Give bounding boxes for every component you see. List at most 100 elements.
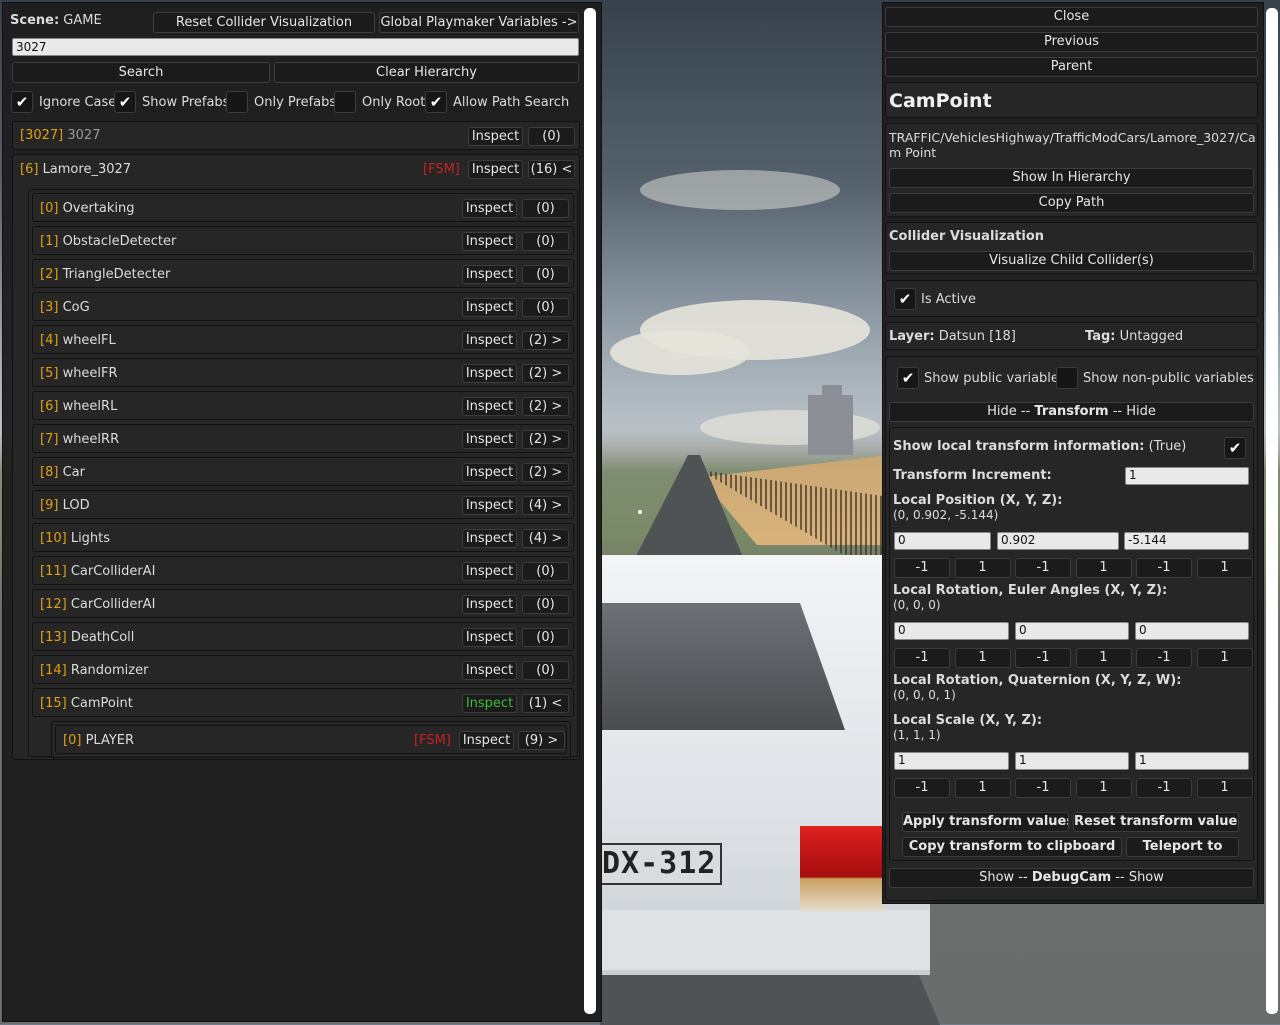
expand-button[interactable]: (0) (522, 562, 569, 581)
expand-button[interactable]: (0) (522, 199, 569, 218)
visualize-child-colliders-button[interactable]: Visualize Child Collider(s) (889, 251, 1254, 271)
inspect-button[interactable]: Inspect (462, 199, 517, 218)
transform-increment-input[interactable]: 1 (1125, 467, 1249, 485)
show-non-public-variables-checkbox[interactable] (1056, 367, 1078, 389)
hierarchy-child-item: [2] TriangleDetecter Inspect (0) (32, 259, 574, 288)
inspect-button[interactable]: Inspect (462, 364, 517, 383)
show-prefabs-checkbox[interactable]: ✔ (114, 91, 136, 113)
decrement-button[interactable]: -1 (1015, 778, 1071, 798)
increment-button[interactable]: 1 (1196, 558, 1253, 578)
increment-button[interactable]: 1 (1075, 778, 1132, 798)
search-button[interactable]: Search (12, 62, 270, 83)
only-prefabs-checkbox[interactable] (226, 91, 248, 113)
global-playmaker-variables-button[interactable]: Global Playmaker Variables -> (379, 12, 579, 33)
transform-toggle-button[interactable]: Hide -- Transform -- Hide (889, 402, 1254, 422)
close-button[interactable]: Close (885, 7, 1258, 27)
previous-button[interactable]: Previous (885, 32, 1258, 52)
show-public-variables-checkbox[interactable]: ✔ (897, 367, 919, 389)
inspect-button[interactable]: Inspect (462, 595, 517, 614)
expand-button[interactable]: (0) (522, 232, 569, 251)
increment-button[interactable]: 1 (954, 558, 1011, 578)
inspector-scrollbar[interactable] (1266, 8, 1278, 1014)
inspect-button[interactable]: Inspect (462, 562, 517, 581)
decrement-button[interactable]: -1 (894, 648, 950, 668)
expand-button[interactable]: (9) > (518, 731, 565, 750)
copy-transform-button[interactable]: Copy transform to clipboard (902, 837, 1122, 857)
increment-button[interactable]: 1 (1196, 778, 1253, 798)
decrement-button[interactable]: -1 (1136, 778, 1192, 798)
inspect-button[interactable]: Inspect (462, 463, 517, 482)
expand-button[interactable]: (0) (522, 265, 569, 284)
increment-button[interactable]: 1 (1075, 558, 1132, 578)
expand-button[interactable]: (2) > (522, 430, 569, 449)
expand-button[interactable]: (2) > (522, 397, 569, 416)
local-scale-value: (1, 1, 1) (893, 728, 941, 742)
inspect-button[interactable]: Inspect (462, 628, 517, 647)
expand-button[interactable]: (2) > (522, 463, 569, 482)
hierarchy-scrollbar[interactable] (584, 8, 596, 1014)
decrement-button[interactable]: -1 (1015, 558, 1071, 578)
only-root-checkbox[interactable] (334, 91, 356, 113)
inspect-button[interactable]: Inspect (462, 298, 517, 317)
inspect-button[interactable]: Inspect (462, 496, 517, 515)
clear-hierarchy-button[interactable]: Clear Hierarchy (274, 62, 579, 83)
transform-section: Show local transform information: (True)… (889, 427, 1254, 861)
scale-y-input[interactable]: 1 (1015, 752, 1129, 770)
expand-button[interactable]: (0) (522, 628, 569, 647)
inspect-button[interactable]: Inspect (468, 160, 523, 179)
reset-transform-button[interactable]: Reset transform values (1073, 812, 1239, 832)
expand-button[interactable]: (0) (522, 298, 569, 317)
expand-button[interactable]: (0) (522, 661, 569, 680)
debugcam-toggle-button[interactable]: Show -- DebugCam -- Show (889, 868, 1254, 888)
rotation-x-input[interactable]: 0 (894, 622, 1009, 640)
rotation-z-input[interactable]: 0 (1135, 622, 1249, 640)
expand-button[interactable]: (0) (522, 595, 569, 614)
increment-button[interactable]: 1 (1075, 648, 1132, 668)
rotation-y-input[interactable]: 0 (1015, 622, 1129, 640)
inspect-button[interactable]: Inspect (462, 397, 517, 416)
decrement-button[interactable]: -1 (894, 558, 950, 578)
local-transform-checkbox[interactable]: ✔ (1224, 437, 1246, 459)
is-active-checkbox[interactable]: ✔ (894, 288, 916, 310)
increment-button[interactable]: 1 (1196, 648, 1253, 668)
parent-button[interactable]: Parent (885, 57, 1258, 77)
position-z-input[interactable]: -5.144 (1124, 532, 1249, 550)
decrement-button[interactable]: -1 (1136, 648, 1192, 668)
position-y-input[interactable]: 0.902 (997, 532, 1119, 550)
copy-path-button[interactable]: Copy Path (889, 193, 1254, 213)
teleport-to-button[interactable]: Teleport to (1126, 837, 1239, 857)
collapse-button[interactable]: (16) < (528, 160, 575, 179)
inspect-button[interactable]: Inspect (462, 694, 517, 713)
inspect-button[interactable]: Inspect (468, 127, 523, 146)
collider-visualization-title: Collider Visualization (889, 229, 1045, 244)
apply-transform-button[interactable]: Apply transform values (902, 812, 1069, 832)
expand-button[interactable]: (2) > (522, 364, 569, 383)
local-rotation-euler-label: Local Rotation, Euler Angles (X, Y, Z): (893, 583, 1168, 598)
inspect-button[interactable]: Inspect (462, 232, 517, 251)
expand-button[interactable]: (1) < (522, 694, 569, 713)
ignore-case-checkbox[interactable]: ✔ (11, 91, 33, 113)
expand-button[interactable]: (4) > (522, 496, 569, 515)
increment-button[interactable]: 1 (954, 648, 1011, 668)
position-x-input[interactable]: 0 (894, 532, 991, 550)
show-in-hierarchy-button[interactable]: Show In Hierarchy (889, 168, 1254, 188)
expand-button[interactable]: (0) (528, 127, 575, 146)
decrement-button[interactable]: -1 (1136, 558, 1192, 578)
inspect-button[interactable]: Inspect (462, 331, 517, 350)
inspect-button[interactable]: Inspect (462, 661, 517, 680)
expand-button[interactable]: (4) > (522, 529, 569, 548)
decrement-button[interactable]: -1 (894, 778, 950, 798)
inspect-button[interactable]: Inspect (462, 529, 517, 548)
inspect-button[interactable]: Inspect (459, 731, 514, 750)
object-title: CamPoint (889, 90, 992, 112)
decrement-button[interactable]: -1 (1015, 648, 1071, 668)
inspect-button[interactable]: Inspect (462, 430, 517, 449)
allow-path-search-checkbox[interactable]: ✔ (425, 91, 447, 113)
inspect-button[interactable]: Inspect (462, 265, 517, 284)
scale-z-input[interactable]: 1 (1135, 752, 1249, 770)
search-input[interactable]: 3027 (12, 38, 579, 56)
reset-collider-button[interactable]: Reset Collider Visualization (153, 12, 375, 33)
increment-button[interactable]: 1 (954, 778, 1011, 798)
expand-button[interactable]: (2) > (522, 331, 569, 350)
scale-x-input[interactable]: 1 (894, 752, 1009, 770)
